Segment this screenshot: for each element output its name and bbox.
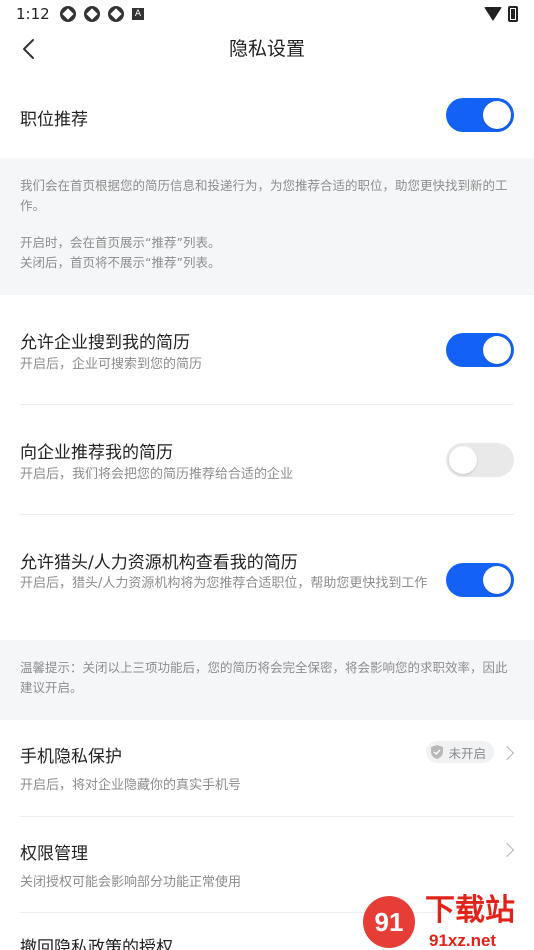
tip-block: 温馨提示：关闭以上三项功能后，您的简历将会完全保密，将会影响您的求职效率，因此建… [0, 640, 534, 720]
toggle-knob [483, 101, 511, 129]
system-icons [484, 6, 518, 22]
description-text: 我们会在首页根据您的简历信息和投递行为，为您推荐合适的职位，助您更快找到新的工作… [20, 178, 508, 213]
permission-subtitle: 关闭授权可能会影响部分功能正常使用 [20, 875, 242, 890]
description-text: 关闭后，首页将不展示“推荐”列表。 [20, 255, 221, 270]
recommend-resume-toggle[interactable] [446, 443, 514, 477]
phone-privacy-title: 手机隐私保护 [20, 747, 122, 767]
setting-title: 允许企业搜到我的简历 [20, 333, 190, 353]
toggle-knob [483, 336, 511, 364]
setting-subtitle: 开启后，猎头/人力资源机构将为您推荐合适职位，帮助您更快找到工作 [20, 576, 428, 591]
svg-text:下载站: 下载站 [425, 893, 515, 928]
setting-row-allow-search: 允许企业搜到我的简历 开启后，企业可搜索到您的简历 [0, 295, 534, 405]
setting-row-headhunter: 允许猎头/人力资源机构查看我的简历 开启后，猎头/人力资源机构将为您推荐合适职位… [0, 515, 534, 640]
phone-privacy-subtitle: 开启后，将对企业隐藏你的真实手机号 [20, 778, 242, 793]
status-time: 1:12 [16, 5, 50, 23]
battery-icon [508, 6, 518, 22]
toggle-knob [483, 566, 511, 594]
setting-title: 向企业推荐我的简历 [20, 443, 173, 463]
nav-bar: 隐私设置 [0, 28, 534, 72]
revoke-title: 撤回隐私政策的授权 [20, 938, 173, 950]
notification-icons: A [60, 6, 144, 22]
phone-privacy-row[interactable]: 手机隐私保护 开启后，将对企业隐藏你的真实手机号 未开启 [0, 720, 534, 816]
badge-label: 未开启 [448, 745, 486, 761]
setting-row-recommend-resume: 向企业推荐我的简历 开启后，我们将会把您的简历推荐给合适的企业 [0, 405, 534, 515]
permission-title: 权限管理 [20, 844, 88, 864]
notification-icon [60, 6, 76, 22]
chevron-right-icon [499, 842, 515, 858]
job-recommend-row: 职位推荐 [0, 72, 534, 158]
wifi-icon [484, 7, 502, 21]
svg-text:91: 91 [375, 907, 404, 937]
chevron-right-icon [499, 745, 515, 761]
allow-search-toggle[interactable] [446, 333, 514, 367]
job-recommend-toggle[interactable] [446, 98, 514, 132]
page-title: 隐私设置 [228, 38, 305, 60]
setting-title: 允许猎头/人力资源机构查看我的简历 [20, 553, 298, 573]
status-bar: 1:12 A [0, 0, 534, 28]
svg-text:91xz.net: 91xz.net [429, 931, 496, 950]
job-recommend-description: 我们会在首页根据您的简历信息和投递行为，为您推荐合适的职位，助您更快找到新的工作… [0, 158, 534, 295]
notification-icon [84, 6, 100, 22]
headhunter-toggle[interactable] [446, 563, 514, 597]
app-notification-icon: A [132, 8, 144, 20]
tip-text: 温馨提示：关闭以上三项功能后，您的简历将会完全保密，将会影响您的求职效率，因此建… [20, 660, 508, 695]
setting-subtitle: 开启后，企业可搜索到您的简历 [20, 357, 203, 372]
shield-icon [431, 745, 444, 759]
notification-icon [108, 6, 124, 22]
setting-subtitle: 开启后，我们将会把您的简历推荐给合适的企业 [20, 467, 294, 482]
job-recommend-title: 职位推荐 [20, 110, 88, 130]
description-text: 开启时，会在首页展示“推荐”列表。 [20, 235, 221, 250]
toggle-knob [449, 446, 477, 474]
status-badge: 未开启 [426, 741, 494, 763]
watermark-logo: 91 下载站 91xz.net [363, 893, 515, 950]
